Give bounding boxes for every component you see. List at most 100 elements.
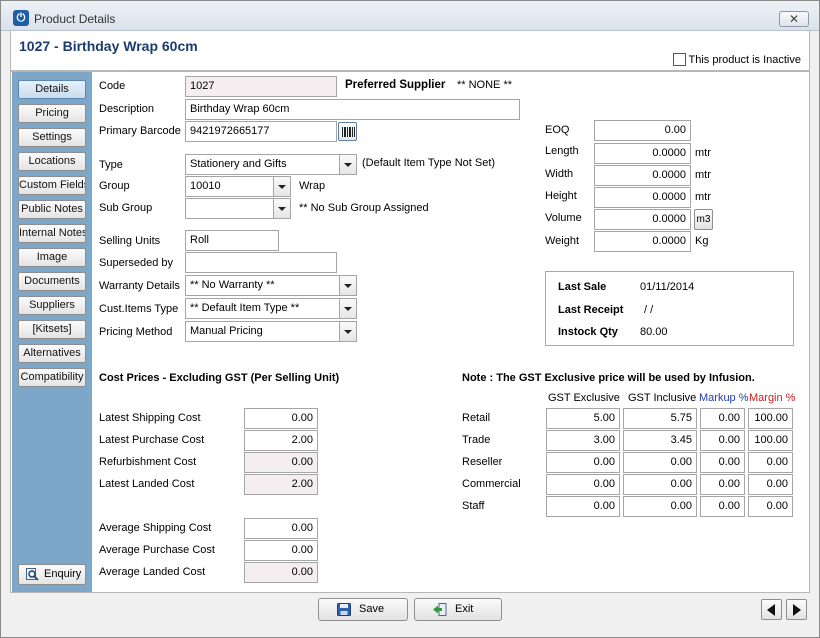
exit-button[interactable]: Exit [414,598,502,621]
last-receipt-value: / / [644,304,654,316]
weight-unit: Kg [695,235,709,247]
previous-record-button[interactable] [761,599,782,620]
save-button[interactable]: Save [318,598,408,621]
price-row-label: Reseller [462,456,503,468]
staff-margin-field[interactable]: 0.00 [748,496,793,517]
avg-purchase-field[interactable]: 0.00 [244,540,318,561]
col-margin: Margin % [749,392,796,404]
trade-markup-field[interactable]: 0.00 [700,430,745,451]
avg-landed-field[interactable]: 0.00 [244,562,318,583]
avg-shipping-field[interactable]: 0.00 [244,518,318,539]
cust-items-select[interactable]: ** Default Item Type ** [185,298,357,319]
product-title: 1027 - Birthday Wrap 60cm [19,38,198,54]
enquiry-button[interactable]: Enquiry [18,564,86,585]
superseded-field[interactable] [185,252,337,273]
chevron-down-icon[interactable] [339,299,356,318]
volume-field[interactable]: 0.0000 [594,209,691,230]
length-field[interactable]: 0.0000 [594,143,691,164]
commercial-margin-field[interactable]: 0.00 [748,474,793,495]
selling-units-field[interactable]: Roll [185,230,279,251]
staff-incl-field[interactable]: 0.00 [623,496,697,517]
trade-excl-field[interactable]: 3.00 [546,430,620,451]
subgroup-note: ** No Sub Group Assigned [299,202,429,214]
cost-prices-heading: Cost Prices - Excluding GST (Per Selling… [99,372,340,384]
group-value: 10010 [190,180,221,192]
close-button[interactable]: ✕ [779,11,809,27]
refurbishment-field[interactable]: 0.00 [244,452,318,473]
details-content: Code 1027 Preferred Supplier ** NONE ** … [95,72,807,592]
eoq-label: EOQ [545,124,570,136]
group-select[interactable]: 10010 [185,176,291,197]
chevron-down-icon[interactable] [339,155,356,174]
exit-label: Exit [455,603,474,615]
avg-shipping-label: Average Shipping Cost [99,522,212,534]
commercial-markup-field[interactable]: 0.00 [700,474,745,495]
sidebar-item-compatibility[interactable]: Compatibility [18,368,86,387]
sidebar-item-public-notes[interactable]: Public Notes [18,200,86,219]
next-record-button[interactable] [786,599,807,620]
volume-unit-button[interactable]: m3 [694,209,713,230]
warranty-label: Warranty Details [99,280,180,292]
retail-excl-field[interactable]: 5.00 [546,408,620,429]
warranty-value: ** No Warranty ** [190,279,275,291]
retail-incl-field[interactable]: 5.75 [623,408,697,429]
width-field[interactable]: 0.0000 [594,165,691,186]
trade-margin-field[interactable]: 100.00 [748,430,793,451]
trade-incl-field[interactable]: 3.45 [623,430,697,451]
sidebar-item-custom-fields[interactable]: Custom Fields [18,176,86,195]
warranty-select[interactable]: ** No Warranty ** [185,275,357,296]
sidebar-item-pricing[interactable]: Pricing [18,104,86,123]
sidebar-item-alternatives[interactable]: Alternatives [18,344,86,363]
chevron-down-icon[interactable] [339,276,356,295]
reseller-incl-field[interactable]: 0.00 [623,452,697,473]
sidebar-item-internal-notes[interactable]: Internal Notes [18,224,86,243]
sidebar-item-documents[interactable]: Documents [18,272,86,291]
height-label: Height [545,190,577,202]
sidebar-item-kitsets[interactable]: [Kitsets] [18,320,86,339]
pricing-method-select[interactable]: Manual Pricing [185,321,357,342]
eoq-field[interactable]: 0.00 [594,120,691,141]
latest-shipping-label: Latest Shipping Cost [99,412,201,424]
latest-landed-label: Latest Landed Cost [99,478,195,490]
sidebar-item-details[interactable]: Details [18,80,86,99]
retail-margin-field[interactable]: 100.00 [748,408,793,429]
commercial-excl-field[interactable]: 0.00 [546,474,620,495]
code-label: Code [99,80,126,92]
sidebar-item-suppliers[interactable]: Suppliers [18,296,86,315]
reseller-margin-field[interactable]: 0.00 [748,452,793,473]
barcode-icon[interactable] [338,122,357,141]
chevron-down-icon[interactable] [273,199,290,218]
selling-units-label: Selling Units [99,235,161,247]
commercial-incl-field[interactable]: 0.00 [623,474,697,495]
height-unit: mtr [695,191,711,203]
sidebar-item-settings[interactable]: Settings [18,128,86,147]
sidebar-item-image[interactable]: Image [18,248,86,267]
inactive-checkbox-wrap[interactable]: This product is Inactive [672,53,801,66]
description-field[interactable]: Birthday Wrap 60cm [185,99,520,120]
subgroup-select[interactable] [185,198,291,219]
latest-shipping-field[interactable]: 0.00 [244,408,318,429]
staff-excl-field[interactable]: 0.00 [546,496,620,517]
chevron-down-icon[interactable] [339,322,356,341]
retail-markup-field[interactable]: 0.00 [700,408,745,429]
description-label: Description [99,103,155,115]
reseller-excl-field[interactable]: 0.00 [546,452,620,473]
staff-markup-field[interactable]: 0.00 [700,496,745,517]
gst-note: Note : The GST Exclusive price will be u… [462,372,755,384]
instock-label: Instock Qty [558,326,618,338]
chevron-down-icon[interactable] [273,177,290,196]
cust-items-value: ** Default Item Type ** [190,302,300,314]
reseller-markup-field[interactable]: 0.00 [700,452,745,473]
type-select[interactable]: Stationery and Gifts [185,154,357,175]
inactive-checkbox[interactable] [672,53,686,66]
height-field[interactable]: 0.0000 [594,187,691,208]
sidebar-item-locations[interactable]: Locations [18,152,86,171]
weight-field[interactable]: 0.0000 [594,231,691,252]
group-name: Wrap [299,180,326,192]
latest-landed-field[interactable]: 2.00 [244,474,318,495]
barcode-field[interactable]: 9421972665177 [185,121,337,142]
code-field[interactable]: 1027 [185,76,337,97]
latest-purchase-field[interactable]: 2.00 [244,430,318,451]
floppy-disk-icon [337,603,351,616]
superseded-label: Superseded by [99,257,173,269]
